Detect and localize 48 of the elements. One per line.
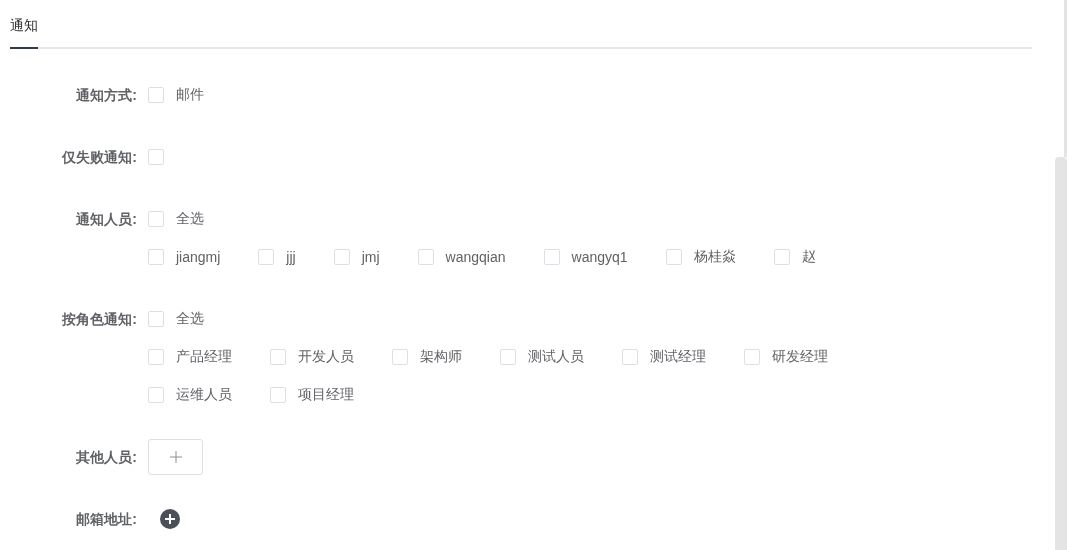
checkbox-option[interactable]: 运维人员 [148,376,232,414]
field-label: 其他人员: [75,448,138,467]
checkbox[interactable] [148,149,164,165]
field-label: 按角色通知: [61,310,138,329]
checkbox[interactable] [543,249,560,265]
checkbox[interactable] [258,249,275,265]
checkbox[interactable] [333,249,350,265]
scrollbar-thumb[interactable] [1055,157,1067,550]
checkbox-option[interactable]: jjj [258,238,296,276]
field-label: 邮箱地址: [75,510,138,529]
tab[interactable]: 通知 [10,17,38,49]
add-circle-icon[interactable] [160,509,180,529]
plus-icon [169,451,182,463]
checkbox[interactable] [665,249,682,265]
checkbox[interactable] [148,387,164,403]
checkbox-option[interactable]: 杨桂焱 [665,238,736,276]
field-label: 通知方式: [75,86,138,105]
checkbox[interactable] [148,87,164,103]
checkbox[interactable] [417,249,434,265]
checkbox-option[interactable]: 测试经理 [622,338,706,376]
checkbox-option[interactable]: 测试人员 [500,338,584,376]
checkbox[interactable] [148,349,164,365]
checkbox[interactable] [392,349,408,365]
field-label: 通知人员: [75,210,138,229]
checkbox-option[interactable]: 架构师 [392,338,462,376]
checkbox[interactable] [744,349,760,365]
checkbox[interactable] [148,311,164,327]
checkbox-option[interactable]: 开发人员 [270,338,354,376]
checkbox-option[interactable]: jiangmj [148,238,221,276]
add-button[interactable] [148,439,203,475]
checkbox[interactable] [270,387,286,403]
checkbox[interactable] [270,349,286,365]
checkbox[interactable] [148,249,164,265]
checkbox-option[interactable]: wangyq1 [543,238,628,276]
checkbox-option[interactable]: 研发经理 [744,338,828,376]
checkbox-option[interactable]: 赵 [773,238,816,276]
checkbox-option[interactable]: 项目经理 [270,376,354,414]
checkbox[interactable] [622,349,638,365]
checkbox[interactable] [148,211,164,227]
checkbox[interactable] [500,349,516,365]
checkbox[interactable] [773,249,790,265]
checkbox-option[interactable]: 全选 [148,300,204,338]
checkbox-option[interactable]: 邮件 [148,76,204,114]
checkbox-option[interactable]: wangqian [417,238,506,276]
field-label: 仅失败通知: [61,148,138,167]
checkbox-option[interactable]: 产品经理 [148,338,232,376]
checkbox-option[interactable]: 全选 [148,200,204,238]
checkbox-option[interactable]: jmj [333,238,380,276]
